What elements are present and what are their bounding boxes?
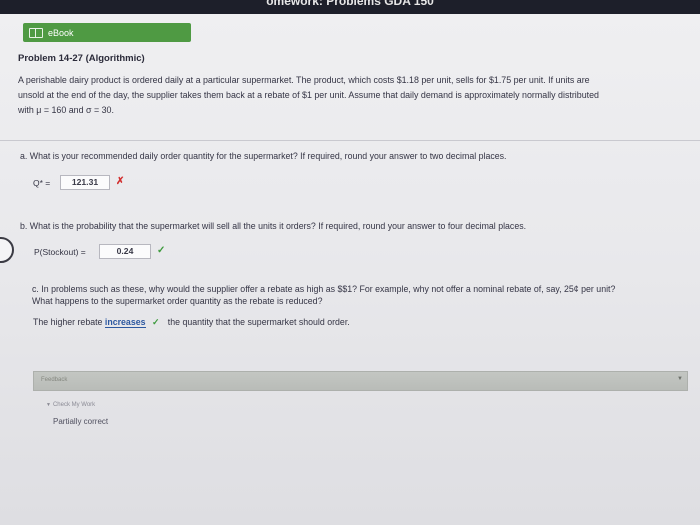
check-my-work-label: Check My Work [52,402,96,408]
ebook-button[interactable]: eBook [23,23,191,42]
browser-top-bar: omework: Problems GDA 150 [0,0,700,14]
part-b-question: b. What is the probability that the supe… [20,221,527,231]
order-quantity-input[interactable]: 121.31 [60,175,110,190]
chevron-down-icon: ▼ [677,376,683,382]
window-title: omework: Problems GDA 150 [266,0,434,8]
part-c-question: c. In problems such as these, why would … [32,283,698,307]
feedback-bar[interactable]: Feedback ▼ [33,371,688,391]
problem-line: unsold at the end of the day, the suppli… [18,90,599,100]
sentence-start: The higher rebate [33,317,103,327]
side-navigation-tab[interactable] [0,237,14,263]
part-c-question-line: c. In problems such as these, why would … [32,284,616,294]
problem-statement: A perishable dairy product is ordered da… [18,73,698,118]
check-my-work-toggle[interactable]: ▼ Check My Work [46,402,95,408]
part-c-question-line: What happens to the supermarket order qu… [32,296,323,306]
feedback-label: Feedback [41,377,68,383]
problem-line: A perishable dairy product is ordered da… [18,75,590,85]
part-a-answer-label: Q* = [33,178,51,188]
sentence-end: the quantity that the supermarket should… [167,317,350,327]
section-divider [0,140,700,141]
assignment-page: eBook Problem 14-27 (Algorithmic) A peri… [0,14,700,525]
triangle-down-icon: ▼ [46,402,51,408]
problem-line: with μ = 160 and σ = 30. [18,105,114,115]
grading-result: Partially correct [53,417,109,426]
part-c-answer-sentence: The higher rebate increases ✓ the quanti… [33,317,350,328]
correct-check-icon: ✓ [157,245,166,256]
part-a-question: a. What is your recommended daily order … [20,151,507,161]
correct-check-icon: ✓ [151,317,160,327]
problem-title: Problem 14-27 (Algorithmic) [18,53,145,64]
book-icon [29,27,43,38]
rebate-effect-dropdown[interactable]: increases [104,317,146,328]
incorrect-x-icon: ✗ [116,176,125,187]
stockout-probability-input[interactable]: 0.24 [99,244,151,259]
ebook-label: eBook [48,27,74,38]
part-b-answer-label: P(Stockout) = [34,247,86,257]
